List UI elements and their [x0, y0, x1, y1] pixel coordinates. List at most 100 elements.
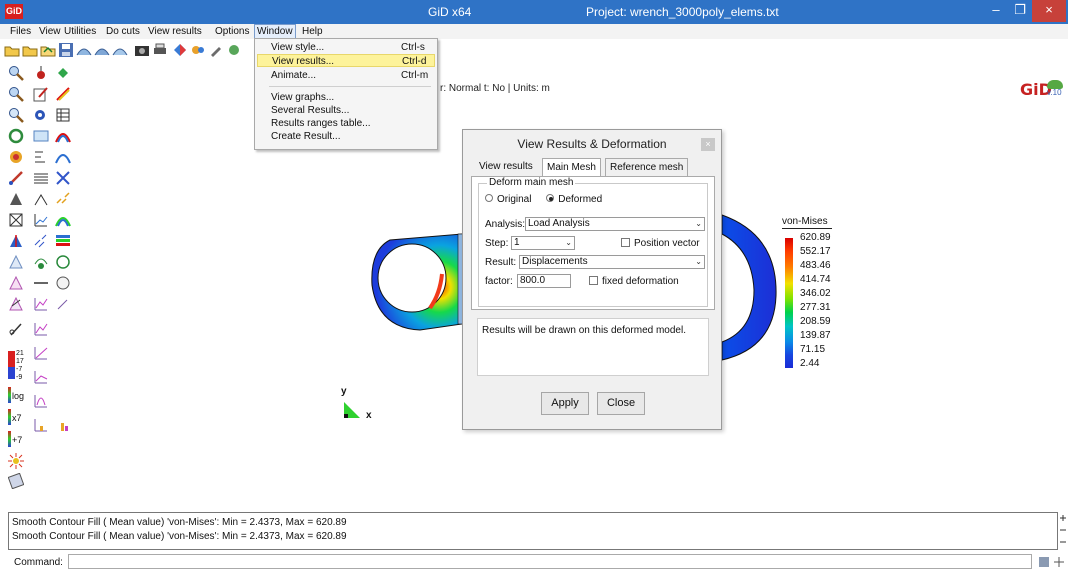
output-log[interactable]: Smooth Contour Fill ( Mean value) 'von-M… — [8, 512, 1058, 550]
point-load-icon[interactable] — [8, 233, 24, 249]
factor-input[interactable]: 800.0 — [517, 274, 571, 288]
apply-button[interactable]: Apply — [541, 392, 589, 415]
vector-icon[interactable] — [33, 191, 49, 207]
camera-icon[interactable] — [134, 42, 150, 58]
color-bands-icon[interactable] — [55, 233, 71, 249]
graph-bars-extra-icon[interactable] — [55, 417, 71, 433]
menu-files[interactable]: Files — [8, 25, 33, 38]
radio-deformed[interactable]: Deformed — [546, 194, 602, 205]
menu-view-results[interactable]: View results — [146, 25, 204, 38]
graph-points-icon[interactable] — [33, 321, 49, 337]
close-window-button[interactable]: × — [1032, 0, 1066, 22]
plus7-scale-icon[interactable] — [8, 431, 11, 447]
mesh-view-icon[interactable] — [76, 42, 92, 58]
deform-shape-icon[interactable] — [8, 296, 24, 312]
radio-original-icon[interactable] — [485, 194, 493, 203]
table-icon[interactable] — [55, 107, 71, 123]
triangle-outline-icon[interactable] — [8, 254, 24, 270]
zoom-frame-icon[interactable] — [8, 107, 24, 123]
delete-x-icon[interactable] — [55, 170, 71, 186]
checkbox-icon[interactable] — [589, 275, 598, 285]
graph-icon[interactable] — [8, 473, 24, 489]
command-input[interactable] — [68, 554, 1032, 569]
print-icon[interactable] — [152, 42, 168, 58]
contour-icon[interactable] — [55, 86, 71, 102]
rainbow-field-icon[interactable] — [55, 212, 71, 228]
cylinder-icon[interactable] — [55, 275, 71, 291]
output-scrollbar[interactable] — [1058, 512, 1068, 550]
menu-item-several-results[interactable]: Several Results... — [257, 104, 435, 117]
box-select-icon[interactable] — [8, 212, 24, 228]
graph-bars-icon[interactable] — [33, 417, 49, 433]
layer-icon[interactable] — [33, 128, 49, 144]
vectors-icon[interactable] — [55, 191, 71, 207]
tools-icon[interactable] — [208, 42, 224, 58]
lines-icon[interactable] — [33, 170, 49, 186]
zoom-out-icon[interactable] — [8, 86, 24, 102]
import-icon[interactable] — [40, 42, 56, 58]
step-select[interactable]: 1 ⌄ — [511, 236, 575, 250]
color-burst-icon[interactable] — [8, 453, 24, 469]
vector-field-icon[interactable] — [33, 233, 49, 249]
edit-icon[interactable] — [33, 86, 49, 102]
analysis-select[interactable]: Load Analysis ⌄ — [525, 217, 705, 231]
open-folder-icon[interactable] — [22, 42, 38, 58]
iso-lines-icon[interactable] — [33, 254, 49, 270]
surface-view-icon[interactable] — [94, 42, 110, 58]
list-icon[interactable] — [33, 107, 49, 123]
log-scale-icon[interactable] — [8, 387, 11, 403]
menu-item-view-graphs[interactable]: View graphs... — [257, 91, 435, 104]
save-icon[interactable] — [58, 42, 74, 58]
cut-icon[interactable] — [8, 321, 24, 337]
elements-icon[interactable] — [33, 149, 49, 165]
menu-item-create-result[interactable]: Create Result... — [257, 130, 435, 143]
menu-utilities[interactable]: Utilities — [62, 25, 98, 38]
position-vector-checkbox[interactable]: Position vector — [621, 237, 700, 249]
postprocess-icon[interactable] — [190, 42, 206, 58]
maximize-button[interactable]: ❐ — [1006, 0, 1034, 22]
point-icon[interactable] — [33, 65, 49, 81]
redraw-icon[interactable] — [8, 128, 24, 144]
hide-icon[interactable] — [226, 42, 242, 58]
dialog-close-icon[interactable]: × — [701, 138, 715, 151]
menu-item-results-ranges-table[interactable]: Results ranges table... — [257, 117, 435, 130]
menu-item-view-results[interactable]: View results... Ctrl-d — [257, 54, 435, 67]
close-button[interactable]: Close — [597, 392, 645, 415]
tab-view-results[interactable]: View results — [475, 158, 537, 176]
rainbow-icon[interactable] — [55, 128, 71, 144]
radio-deformed-icon[interactable] — [546, 194, 555, 203]
checkbox-icon[interactable] — [621, 237, 630, 247]
render-view-icon[interactable] — [112, 42, 128, 58]
graph-curve-icon[interactable] — [33, 296, 49, 312]
graph-function-icon[interactable] — [33, 393, 49, 409]
triangle-pink-icon[interactable] — [8, 275, 24, 291]
menu-window[interactable]: Window — [254, 24, 296, 39]
gid-app-icon[interactable]: GiD — [5, 4, 23, 19]
tab-reference-mesh[interactable]: Reference mesh — [605, 158, 689, 176]
graph-border-icon[interactable] — [33, 369, 49, 385]
tab-main-mesh[interactable]: Main Mesh — [542, 158, 601, 177]
result-select[interactable]: Displacements ⌄ — [519, 255, 705, 269]
line-icon[interactable] — [33, 275, 49, 291]
node-icon[interactable] — [55, 65, 71, 81]
menu-item-view-style[interactable]: View style... Ctrl-s — [257, 41, 435, 54]
menu-options[interactable]: Options — [213, 25, 251, 38]
x7-scale-icon[interactable] — [8, 409, 11, 425]
preprocess-icon[interactable] — [172, 42, 188, 58]
command-tools-icon[interactable] — [1038, 555, 1066, 569]
pan-icon[interactable] — [8, 170, 24, 186]
radio-original[interactable]: Original — [485, 194, 531, 205]
menu-item-animate[interactable]: Animate... Ctrl-m — [257, 69, 435, 82]
view-direction-icon[interactable] — [8, 191, 24, 207]
rotate-icon[interactable] — [8, 149, 24, 165]
xy-graph-icon[interactable] — [33, 212, 49, 228]
open-file-icon[interactable] — [4, 42, 20, 58]
menu-help[interactable]: Help — [300, 25, 325, 38]
menu-do-cuts[interactable]: Do cuts — [104, 25, 142, 38]
globe-icon[interactable] — [55, 254, 71, 270]
graph-line-icon[interactable] — [33, 345, 49, 361]
zoom-in-icon[interactable] — [8, 65, 24, 81]
menu-view[interactable]: View — [37, 25, 63, 38]
legend-bar-red-icon[interactable] — [8, 351, 15, 367]
stream-icon[interactable] — [55, 149, 71, 165]
